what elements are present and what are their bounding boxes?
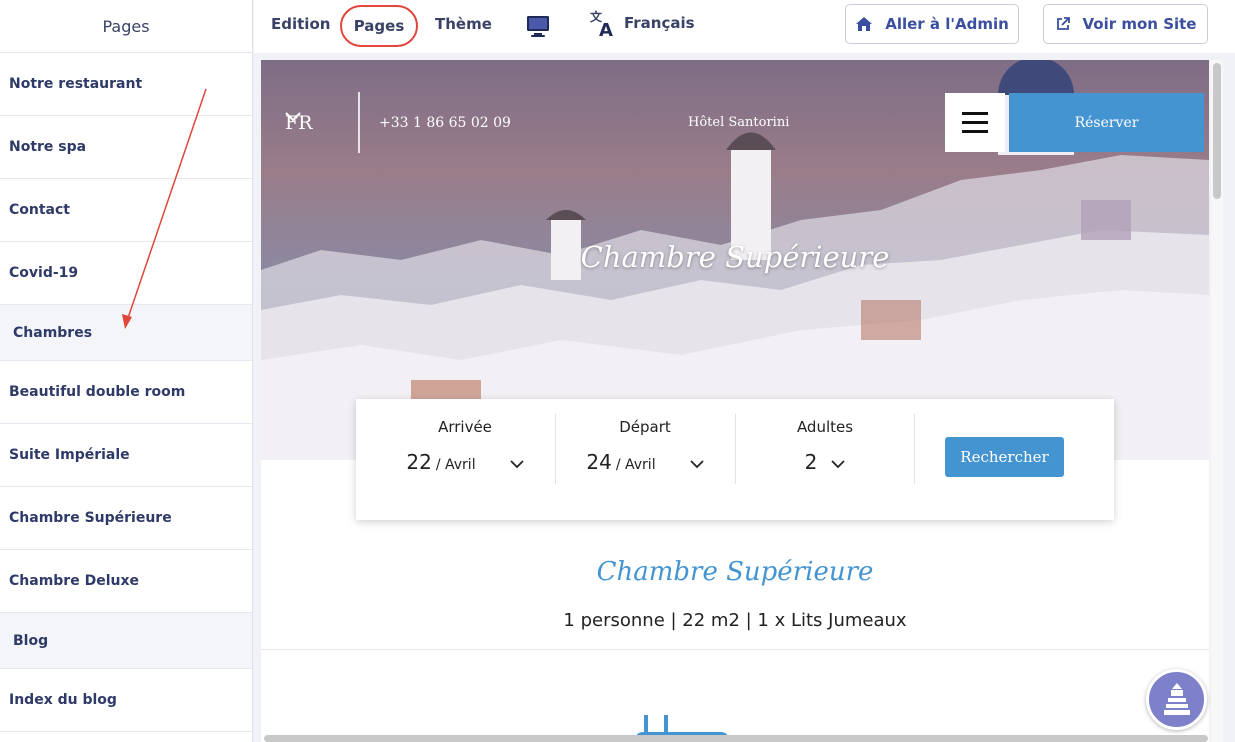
tab-edition[interactable]: Edition — [271, 0, 330, 48]
language-selector[interactable]: 文 A Français — [590, 8, 695, 38]
chevron-down-icon — [509, 460, 524, 469]
departure-day: 24 — [586, 450, 612, 474]
sidebar-item-contact[interactable]: Contact — [0, 179, 252, 242]
tab-theme[interactable]: Thème — [435, 0, 492, 48]
sidebar-item-suite-imperiale[interactable]: Suite Impériale — [0, 424, 252, 487]
preview-scroll-thumb[interactable] — [1213, 63, 1221, 199]
home-icon — [856, 17, 873, 31]
adults-label: Adultes — [796, 418, 854, 436]
room-title: Chambre Supérieure — [596, 557, 874, 587]
admin-button-label: Aller à l'Admin — [885, 15, 1009, 33]
language-dropdown[interactable]: FR — [285, 112, 313, 134]
sidebar-section-blog[interactable]: Blog — [0, 613, 252, 669]
desktop-monitor-icon[interactable] — [525, 13, 551, 43]
sidebar-section-chambres[interactable]: Chambres — [0, 305, 252, 361]
arrival-month: / Avril — [435, 457, 476, 473]
arrival-date-select[interactable]: Arrivée 22 / Avril — [376, 414, 554, 484]
hotel-phone-link[interactable]: +33 1 86 65 02 09 — [379, 115, 511, 131]
tab-pages[interactable]: Pages — [340, 5, 418, 47]
arrival-day: 22 — [406, 450, 432, 474]
section-divider — [261, 649, 1209, 650]
departure-date-select[interactable]: Départ 24 / Avril — [556, 414, 734, 484]
booking-separator — [914, 414, 915, 484]
adults-select[interactable]: Adultes 2 — [736, 414, 914, 484]
site-button-label: Voir mon Site — [1082, 15, 1197, 33]
sidebar-title: Pages — [0, 0, 252, 53]
translate-icon: 文 A — [590, 9, 613, 38]
help-assistant-button[interactable] — [1146, 669, 1207, 730]
sidebar-item-notre-restaurant[interactable]: Notre restaurant — [0, 53, 252, 116]
departure-month: / Avril — [615, 457, 656, 473]
sidebar-item-chambre-superieure[interactable]: Chambre Supérieure — [0, 487, 252, 550]
sidebar-item-notre-spa[interactable]: Notre spa — [0, 116, 252, 179]
chevron-down-icon — [285, 112, 301, 122]
sidebar-item-index-du-blog[interactable]: Index du blog — [0, 669, 252, 732]
departure-value: 24 / Avril — [556, 450, 734, 474]
go-to-admin-button[interactable]: Aller à l'Admin — [845, 4, 1019, 44]
adults-value: 2 — [804, 450, 818, 474]
hero-title: Chambre Supérieure — [580, 240, 890, 274]
sidebar-item-covid[interactable]: Covid-19 — [0, 242, 252, 305]
app-window: Pages Notre restaurant Notre spa Contact… — [0, 0, 1235, 742]
svg-text:A: A — [599, 20, 613, 38]
sidebar-item-chambre-deluxe[interactable]: Chambre Deluxe — [0, 550, 252, 613]
arrival-value: 22 / Avril — [376, 450, 554, 474]
lighthouse-icon — [1163, 682, 1190, 715]
preview-horizontal-scrollbar[interactable] — [264, 735, 1208, 742]
search-button[interactable]: Rechercher — [945, 437, 1064, 477]
chevron-down-icon — [831, 460, 845, 469]
departure-label: Départ — [619, 418, 671, 436]
view-site-button[interactable]: Voir mon Site — [1043, 4, 1208, 44]
adults-value-wrap: 2 — [736, 450, 914, 474]
pages-sidebar: Pages Notre restaurant Notre spa Contact… — [0, 0, 253, 742]
top-toolbar: Edition Pages Thème 文 A Français Aller à… — [254, 0, 1235, 53]
header-divider — [358, 92, 360, 153]
hotel-name[interactable]: Hôtel Santorini — [688, 115, 789, 130]
reserve-button[interactable]: Réserver — [1009, 93, 1204, 152]
external-link-icon — [1056, 17, 1070, 30]
booking-widget: Arrivée 22 / Avril Départ 24 / Avril Adu… — [356, 399, 1114, 520]
sidebar-item-beautiful-double-room[interactable]: Beautiful double room — [0, 361, 252, 424]
room-info: 1 personne | 22 m2 | 1 x Lits Jumeaux — [563, 610, 907, 631]
chevron-down-icon — [689, 460, 704, 469]
arrival-label: Arrivée — [438, 418, 492, 436]
hamburger-menu-button[interactable] — [945, 93, 1005, 152]
site-preview-frame: FR +33 1 86 65 02 09 Hôtel Santorini Rés… — [261, 60, 1209, 742]
language-label: Français — [624, 14, 695, 32]
